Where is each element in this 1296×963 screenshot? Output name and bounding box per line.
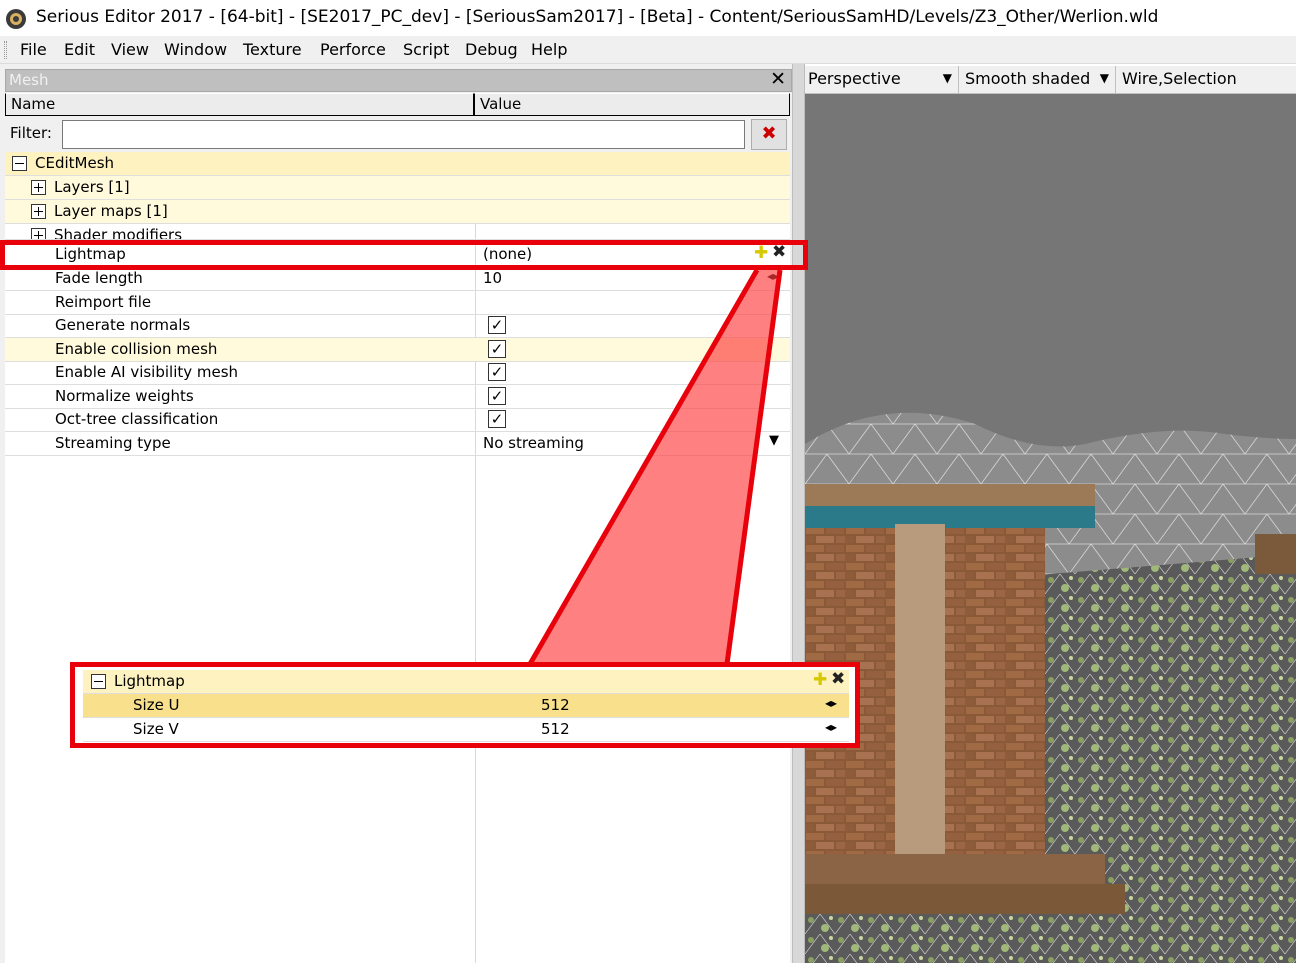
spinner-arrows-icon[interactable]: ◂▸ (825, 720, 837, 734)
collapse-icon[interactable] (91, 674, 106, 689)
property-size-v[interactable]: Size V 512 ◂▸ (83, 718, 849, 742)
callout-connector (527, 268, 783, 666)
remove-icon[interactable]: ✖ (831, 669, 845, 689)
callout-header-row[interactable]: Lightmap ✚ ✖ (83, 669, 849, 694)
property-size-u[interactable]: Size U 512 ◂▸ (83, 694, 849, 718)
add-icon[interactable]: ✚ (813, 670, 827, 690)
property-value[interactable]: 512 (541, 720, 570, 738)
lightmap-callout: Lightmap ✚ ✖ Size U 512 ◂▸ Size V 512 ◂▸ (70, 662, 860, 748)
property-value[interactable]: 512 (541, 696, 570, 714)
spinner-arrows-icon[interactable]: ◂▸ (825, 696, 837, 710)
